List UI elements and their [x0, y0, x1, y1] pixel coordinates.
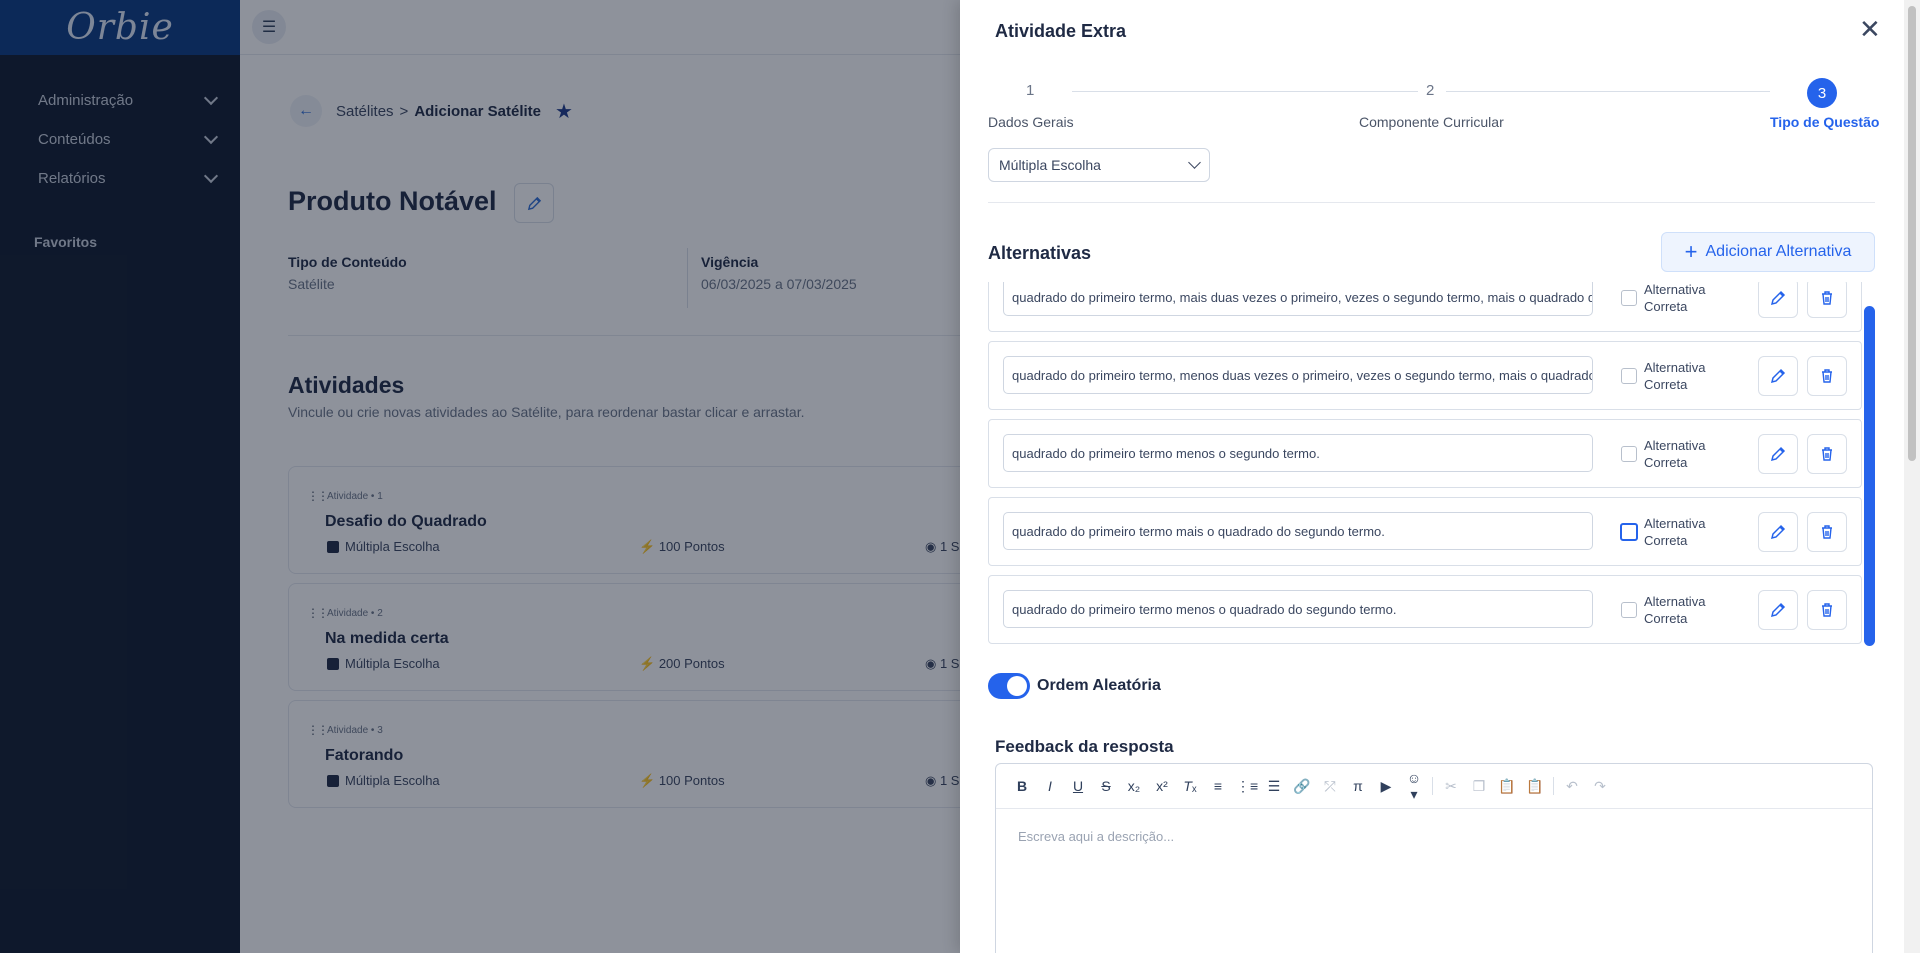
trash-icon	[1822, 369, 1832, 383]
strikethrough-icon[interactable]: S	[1096, 778, 1116, 794]
step-2-number: 2	[1426, 82, 1435, 99]
step-2-label[interactable]: Componente Curricular	[1359, 114, 1504, 130]
step-1-number: 1	[1026, 82, 1035, 99]
correct-label: Alternativa Correta	[1644, 594, 1706, 626]
correct-checkbox[interactable]	[1621, 446, 1637, 462]
correct-label: Alternativa Correta	[1644, 438, 1706, 470]
edit-alternative-button[interactable]	[1758, 590, 1798, 630]
trash-icon	[1822, 447, 1832, 461]
align-icon[interactable]: ☰	[1264, 778, 1284, 795]
paste-text-icon[interactable]: 📋	[1525, 778, 1545, 795]
undo-icon[interactable]: ↶	[1562, 778, 1582, 795]
bullet-list-icon[interactable]: ⋮≡	[1236, 778, 1258, 795]
alternative-text-input[interactable]: quadrado do primeiro termo, mais duas ve…	[1003, 282, 1593, 316]
feedback-editor: B I U S x₂ x² Tₓ ≡ ⋮≡ ☰ 🔗 ⤱ π ▶ ☺▾ ✂ ❐ 📋…	[995, 763, 1873, 953]
question-type-select[interactable]: Múltipla Escolha	[988, 148, 1210, 182]
emoji-icon[interactable]: ☺▾	[1404, 770, 1424, 803]
clear-format-icon[interactable]: Tₓ	[1180, 778, 1200, 794]
italic-icon[interactable]: I	[1040, 778, 1060, 794]
random-order-toggle[interactable]	[988, 673, 1030, 699]
trash-icon	[1822, 525, 1832, 539]
feedback-title: Feedback da resposta	[995, 737, 1174, 756]
plus-icon: +	[1684, 239, 1698, 264]
chevron-down-icon	[1188, 156, 1201, 169]
delete-alternative-button[interactable]	[1807, 434, 1847, 474]
step-connector	[1072, 91, 1418, 92]
alternative-row: quadrado do primeiro termo, mais duas ve…	[988, 282, 1862, 332]
drawer-title: Atividade Extra	[995, 21, 1127, 41]
step-3-label[interactable]: Tipo de Questão	[1770, 114, 1879, 130]
unlink-icon[interactable]: ⤱	[1320, 778, 1340, 795]
pencil-icon	[1770, 368, 1786, 384]
trash-icon	[1822, 603, 1832, 617]
modal-backdrop[interactable]	[0, 0, 960, 953]
alternative-row: quadrado do primeiro termo, menos duas v…	[988, 341, 1862, 410]
edit-alternative-button[interactable]	[1758, 512, 1798, 552]
editor-toolbar: B I U S x₂ x² Tₓ ≡ ⋮≡ ☰ 🔗 ⤱ π ▶ ☺▾ ✂ ❐ 📋…	[996, 764, 1872, 809]
add-alternative-button[interactable]: + Adicionar Alternativa	[1661, 232, 1875, 272]
alternatives-title: Alternativas	[988, 243, 1092, 263]
paste-icon[interactable]: 📋	[1497, 778, 1517, 795]
superscript-icon[interactable]: x²	[1152, 778, 1172, 794]
feedback-input[interactable]: Escreva aqui a descrição...	[996, 809, 1872, 864]
pencil-icon	[1770, 602, 1786, 618]
edit-alternative-button[interactable]	[1758, 434, 1798, 474]
copy-icon[interactable]: ❐	[1469, 778, 1489, 795]
formula-icon[interactable]: π	[1348, 778, 1368, 794]
pencil-icon	[1770, 446, 1786, 462]
alternative-row: quadrado do primeiro termo menos o segun…	[988, 419, 1862, 488]
step-1-label[interactable]: Dados Gerais	[988, 114, 1074, 130]
ordered-list-icon[interactable]: ≡	[1208, 778, 1228, 794]
alternative-row: quadrado do primeiro termo menos o quadr…	[988, 575, 1862, 644]
subscript-icon[interactable]: x₂	[1124, 778, 1144, 794]
delete-alternative-button[interactable]	[1807, 282, 1847, 318]
edit-alternative-button[interactable]	[1758, 282, 1798, 318]
alternatives-scrollbar[interactable]	[1864, 306, 1875, 646]
page-scrollbar-thumb[interactable]	[1908, 6, 1916, 461]
pencil-icon	[1770, 290, 1786, 306]
edit-alternative-button[interactable]	[1758, 356, 1798, 396]
delete-alternative-button[interactable]	[1807, 512, 1847, 552]
correct-checkbox[interactable]	[1621, 368, 1637, 384]
video-icon[interactable]: ▶	[1376, 778, 1396, 795]
delete-alternative-button[interactable]	[1807, 590, 1847, 630]
alternative-text-input[interactable]: quadrado do primeiro termo menos o segun…	[1003, 434, 1593, 472]
correct-label: Alternativa Correta	[1644, 516, 1706, 548]
link-icon[interactable]: 🔗	[1292, 778, 1312, 795]
toolbar-separator	[1553, 777, 1554, 795]
redo-icon[interactable]: ↷	[1590, 778, 1610, 795]
alternative-text-input[interactable]: quadrado do primeiro termo, menos duas v…	[1003, 356, 1593, 394]
toggle-knob	[1007, 676, 1027, 696]
correct-label: Alternativa Correta	[1644, 360, 1706, 392]
close-icon[interactable]: ✕	[1859, 14, 1881, 45]
underline-icon[interactable]: U	[1068, 778, 1088, 794]
pencil-icon	[1770, 524, 1786, 540]
cut-icon[interactable]: ✂	[1441, 778, 1461, 795]
question-type-value: Múltipla Escolha	[999, 157, 1101, 173]
correct-checkbox[interactable]	[1620, 523, 1638, 541]
page-scrollbar[interactable]	[1904, 0, 1920, 953]
divider	[988, 202, 1875, 203]
add-alternative-label: Adicionar Alternativa	[1705, 243, 1852, 260]
alternative-text-input[interactable]: quadrado do primeiro termo menos o quadr…	[1003, 590, 1593, 628]
toolbar-separator	[1432, 777, 1433, 795]
delete-alternative-button[interactable]	[1807, 356, 1847, 396]
alternatives-list[interactable]: quadrado do primeiro termo, mais duas ve…	[988, 282, 1862, 646]
correct-checkbox[interactable]	[1621, 602, 1637, 618]
correct-label: Alternativa Correta	[1644, 282, 1706, 314]
alternative-row: quadrado do primeiro termo mais o quadra…	[988, 497, 1862, 566]
correct-checkbox[interactable]	[1621, 290, 1637, 306]
bold-icon[interactable]: B	[1012, 778, 1032, 794]
step-connector	[1446, 91, 1770, 92]
random-order-label: Ordem Aleatória	[1037, 677, 1161, 694]
trash-icon	[1822, 291, 1832, 305]
alternative-text-input[interactable]: quadrado do primeiro termo mais o quadra…	[1003, 512, 1593, 550]
step-3-number: 3	[1807, 78, 1837, 108]
